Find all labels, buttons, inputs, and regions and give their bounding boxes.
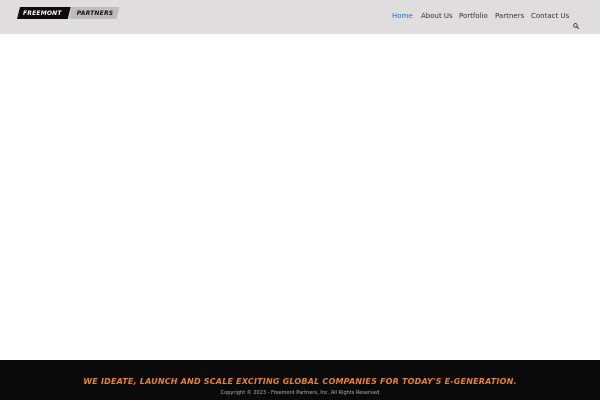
nav-item-portfolio[interactable]: Portfolio [459, 12, 488, 20]
nav-item-home[interactable]: Home [392, 12, 413, 20]
search-icon[interactable] [573, 14, 579, 29]
nav-item-contact-us[interactable]: Contact Us [531, 12, 569, 20]
site-footer: WE IDEATE, LAUNCH AND SCALE EXCITING GLO… [0, 360, 600, 400]
footer-copyright: Copyright © 2023 - Freemont Partners, In… [220, 390, 380, 396]
footer-tagline: WE IDEATE, LAUNCH AND SCALE EXCITING GLO… [83, 377, 517, 386]
main-content-area [0, 34, 600, 360]
nav-item-about-us[interactable]: About Us [421, 12, 453, 20]
site-header: FREEMONT PARTNERS Home About Us Portfoli… [0, 0, 600, 34]
main-nav: Home About Us Portfolio Partners Contact… [0, 12, 600, 24]
nav-item-partners[interactable]: Partners [495, 12, 524, 20]
